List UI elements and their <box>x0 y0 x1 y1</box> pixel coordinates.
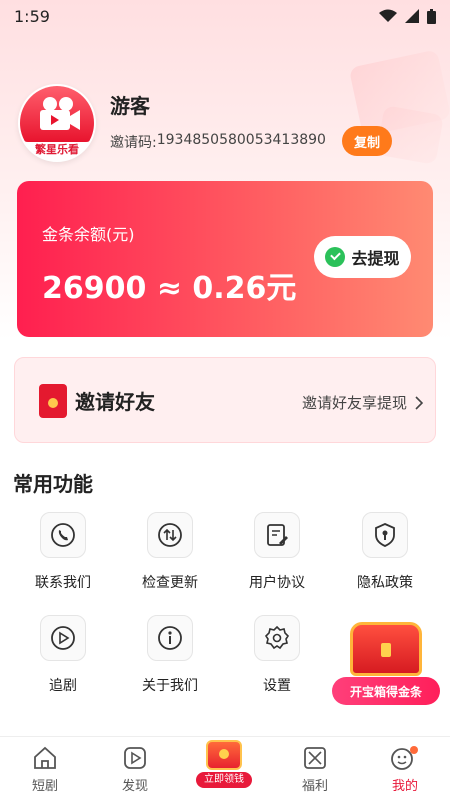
withdraw-button[interactable]: 去提现 <box>314 236 411 278</box>
profile-icon <box>391 746 418 770</box>
common-functions-title: 常用功能 <box>13 472 93 496</box>
treasure-chest-button[interactable]: 开宝箱得金条 <box>332 622 440 706</box>
nav-label: 发现 <box>121 779 148 794</box>
function-label: 追剧 <box>49 678 77 694</box>
function-privacy-policy[interactable]: 隐私政策 <box>330 512 440 602</box>
update-icon <box>147 512 193 558</box>
shield-icon <box>362 512 408 558</box>
invite-friends-link[interactable]: 邀请好友享提现 <box>302 392 423 413</box>
balance-label: 金条余额(元) <box>42 225 135 244</box>
nav-item-short-drama[interactable]: 短剧 <box>0 737 90 800</box>
function-settings[interactable]: 设置 <box>222 615 332 705</box>
play-icon <box>124 747 146 769</box>
nav-item-discover[interactable]: 发现 <box>90 737 180 800</box>
function-label: 隐私政策 <box>357 575 413 591</box>
invite-friends-card[interactable]: 邀请好友 邀请好友享提现 <box>14 357 436 443</box>
username: 游客 <box>110 94 150 118</box>
function-label: 用户协议 <box>249 575 305 591</box>
invite-friends-link-text: 邀请好友享提现 <box>301 394 407 412</box>
claim-money-label: 立即领钱 <box>196 772 252 788</box>
document-icon <box>254 512 300 558</box>
status-time: 1:59 <box>14 6 50 26</box>
treasure-chest-icon <box>350 622 422 676</box>
nav-item-claim-money[interactable]: 立即领钱 <box>196 740 252 792</box>
phone-icon <box>40 512 86 558</box>
nav-label: 福利 <box>301 779 328 794</box>
function-follow-drama[interactable]: 追剧 <box>8 615 118 705</box>
chevron-right-icon <box>415 395 423 410</box>
battery-icon <box>427 8 436 24</box>
home-icon <box>34 746 56 769</box>
video-camera-icon <box>40 97 80 130</box>
invite-friends-title: 邀请好友 <box>75 390 155 414</box>
treasure-chest-label: 开宝箱得金条 <box>332 677 440 705</box>
function-label: 关于我们 <box>142 678 198 694</box>
copy-button[interactable]: 复制 <box>342 126 392 156</box>
wechat-icon <box>325 247 346 267</box>
gear-icon <box>254 615 300 661</box>
balance-card: 金条余额(元) 26900 ≈ 0.26元 去提现 <box>17 181 433 337</box>
play-icon <box>40 615 86 661</box>
function-label: 检查更新 <box>142 575 198 591</box>
red-envelope-icon <box>39 384 67 418</box>
function-about-us[interactable]: 关于我们 <box>115 615 225 705</box>
nav-label: 短剧 <box>31 779 58 794</box>
nav-item-welfare[interactable]: 福利 <box>270 737 360 800</box>
avatar-logo-text: 繁星乐看 <box>35 143 79 156</box>
function-label: 设置 <box>263 678 291 694</box>
avatar[interactable]: 繁星乐看 <box>18 84 96 162</box>
status-bar: 1:59 <box>0 0 450 32</box>
function-contact-us[interactable]: 联系我们 <box>8 512 118 602</box>
invite-code-row: 邀请码: 1934850580053413890 <box>110 132 326 152</box>
withdraw-label: 去提现 <box>351 249 400 268</box>
invite-code-label: 邀请码: <box>110 135 157 151</box>
nav-label: 我的 <box>391 779 418 794</box>
wifi-icon <box>379 9 397 22</box>
balance-value: 26900 ≈ 0.26元 <box>42 271 297 306</box>
function-user-agreement[interactable]: 用户协议 <box>222 512 332 602</box>
status-icons <box>379 8 436 24</box>
nav-item-mine[interactable]: 我的 <box>360 737 450 800</box>
gift-icon <box>206 740 242 770</box>
grid-icon <box>304 747 326 769</box>
function-check-update[interactable]: 检查更新 <box>115 512 225 602</box>
avatar-background <box>20 86 94 142</box>
info-icon <box>147 615 193 661</box>
function-label: 联系我们 <box>35 575 91 591</box>
invite-code-value: 1934850580053413890 <box>156 132 326 148</box>
signal-icon <box>405 9 419 23</box>
